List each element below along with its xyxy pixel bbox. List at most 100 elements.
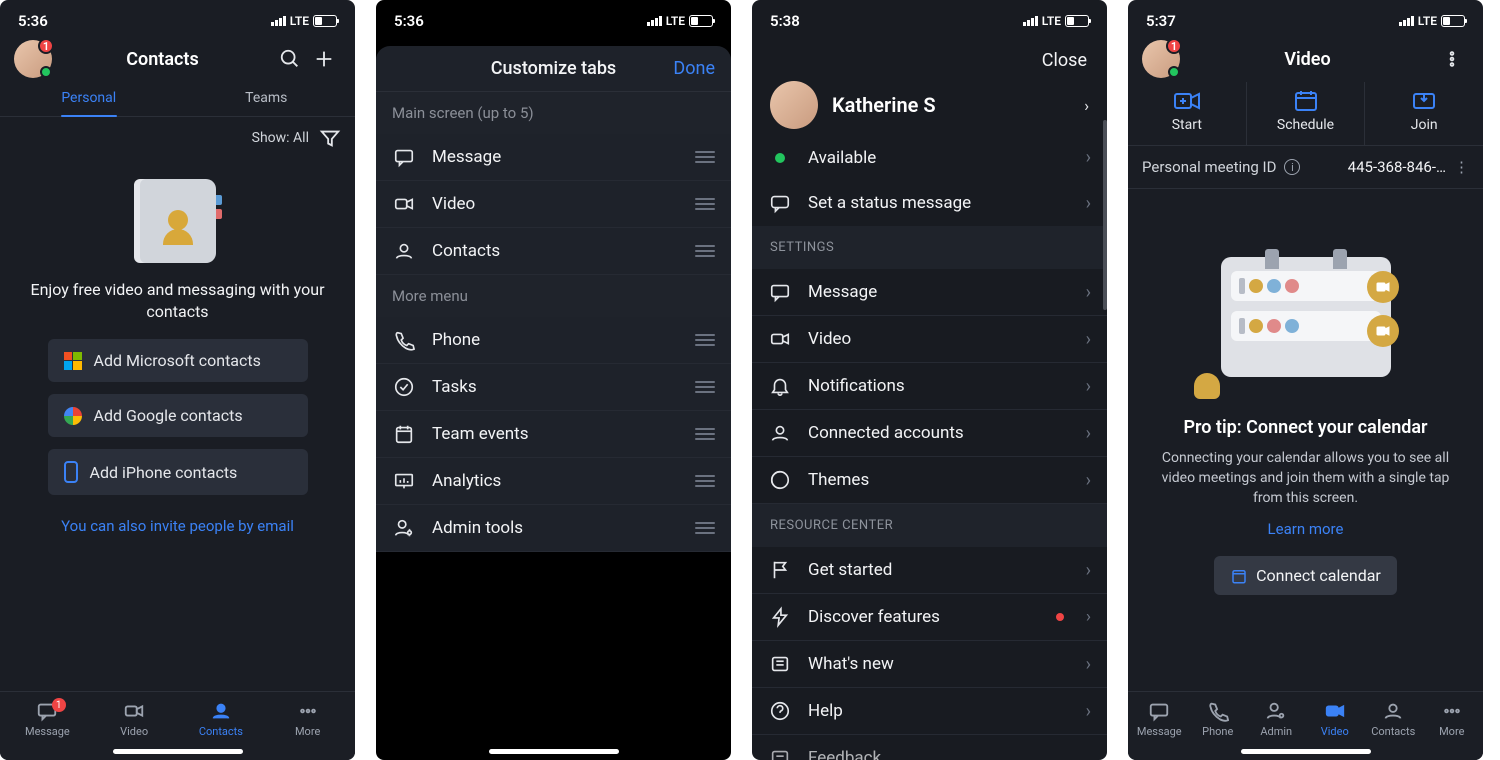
chevron-right-icon: › — [1086, 470, 1091, 491]
add-iphone-button[interactable]: Add iPhone contacts — [48, 449, 308, 495]
drag-handle-icon[interactable] — [695, 245, 715, 257]
profile-row[interactable]: Katherine S › — [752, 71, 1107, 139]
settings-themes[interactable]: Themes› — [752, 457, 1107, 504]
status-time: 5:38 — [770, 12, 800, 30]
join-button[interactable]: Join — [1365, 82, 1483, 145]
drag-handle-icon[interactable] — [695, 381, 715, 393]
rc-get-started[interactable]: Get started› — [752, 547, 1107, 594]
pmi-value: 445-368-846-… — [1308, 158, 1446, 176]
tip-body: Connecting your calendar allows you to s… — [1152, 448, 1459, 508]
done-button[interactable]: Done — [673, 58, 715, 79]
show-label[interactable]: Show: All — [252, 130, 309, 146]
signal-icon — [1399, 16, 1414, 26]
settings-message[interactable]: Message› — [752, 269, 1107, 316]
add-microsoft-label: Add Microsoft contacts — [94, 351, 261, 370]
add-microsoft-button[interactable]: Add Microsoft contacts — [48, 339, 308, 382]
learn-more-link[interactable]: Learn more — [1152, 520, 1459, 538]
rc-help[interactable]: Help› — [752, 688, 1107, 735]
tab-more[interactable]: More — [1423, 700, 1482, 738]
drag-handle-icon[interactable] — [695, 428, 715, 440]
drag-handle-icon[interactable] — [695, 522, 715, 534]
avatar[interactable]: 1 — [14, 40, 52, 78]
chevron-right-icon: › — [1086, 147, 1091, 168]
contacts-icon — [392, 240, 416, 262]
tab-item-admin-tools[interactable]: Admin tools — [376, 505, 731, 552]
invite-by-email-link[interactable]: You can also invite people by email — [61, 517, 294, 535]
tab-message[interactable]: Message — [1130, 700, 1189, 738]
tab-teams[interactable]: Teams — [178, 82, 356, 116]
drag-handle-icon[interactable] — [695, 475, 715, 487]
status-time: 5:36 — [18, 12, 48, 30]
drag-handle-icon[interactable] — [695, 198, 715, 210]
accounts-icon — [768, 422, 792, 444]
sheet-header: Customize tabs Done — [376, 46, 731, 92]
tab-message[interactable]: 1 Message — [4, 700, 91, 738]
schedule-button[interactable]: Schedule — [1247, 82, 1366, 145]
settings-connected-accounts[interactable]: Connected accounts› — [752, 410, 1107, 457]
tab-personal[interactable]: Personal — [0, 82, 178, 116]
chevron-right-icon: › — [1086, 423, 1091, 444]
profile-name: Katherine S — [832, 93, 1070, 117]
rc-feedback[interactable]: Feedback — [752, 735, 1107, 760]
more-section-head: More menu — [376, 275, 731, 317]
tab-item-team-events[interactable]: Team events — [376, 411, 731, 458]
speech-icon — [768, 192, 792, 214]
signal-icon — [1023, 16, 1038, 26]
show-filter-row: Show: All — [0, 117, 355, 159]
tab-contacts[interactable]: Contacts — [178, 700, 265, 738]
settings-video[interactable]: Video› — [752, 316, 1107, 363]
tab-admin[interactable]: Admin — [1247, 700, 1306, 738]
home-indicator — [489, 749, 619, 754]
scrollbar[interactable] — [1103, 120, 1107, 310]
tab-item-contacts[interactable]: Contacts — [376, 228, 731, 275]
status-bar: 5:37 LTE — [1128, 0, 1483, 36]
status-time: 5:37 — [1146, 12, 1176, 30]
tab-phone[interactable]: Phone — [1189, 700, 1248, 738]
tab-item-phone[interactable]: Phone — [376, 317, 731, 364]
feedback-icon — [768, 747, 792, 760]
rc-whats-new[interactable]: What's new› — [752, 641, 1107, 688]
help-icon — [768, 700, 792, 722]
tab-contacts[interactable]: Contacts — [1364, 700, 1423, 738]
google-icon — [64, 407, 82, 425]
personal-meeting-id-row[interactable]: Personal meeting ID i 445-368-846-… ⋮ — [1128, 146, 1483, 189]
overflow-icon[interactable] — [1435, 42, 1469, 76]
chevron-right-icon: › — [1084, 96, 1089, 115]
close-button[interactable]: Close — [752, 36, 1107, 71]
tab-video[interactable]: Video — [91, 700, 178, 738]
set-status-row[interactable]: Set a status message › — [752, 180, 1107, 226]
filter-icon[interactable] — [319, 127, 341, 149]
drag-handle-icon[interactable] — [695, 334, 715, 346]
tab-video[interactable]: Video — [1306, 700, 1365, 738]
new-indicator-dot — [1056, 613, 1064, 621]
screen-profile-panel: 5:38 LTE Close Katherine S › Available ›… — [752, 0, 1107, 760]
battery-icon — [689, 15, 713, 27]
start-button[interactable]: Start — [1128, 82, 1247, 145]
info-icon[interactable]: i — [1284, 159, 1300, 175]
bell-icon — [768, 375, 792, 397]
status-available-row[interactable]: Available › — [752, 139, 1107, 180]
contacts-book-icon — [140, 179, 216, 263]
tab-item-analytics[interactable]: Analytics — [376, 458, 731, 505]
add-icon[interactable] — [307, 42, 341, 76]
rc-discover-features[interactable]: Discover features› — [752, 594, 1107, 641]
status-time: 5:36 — [394, 12, 424, 30]
avatar[interactable]: 1 — [1142, 40, 1180, 78]
empty-heading: Enjoy free video and messaging with your… — [24, 279, 331, 323]
screen-contacts: 5:36 LTE 1 Contacts Personal Teams Show:… — [0, 0, 355, 760]
status-bar: 5:36 LTE — [0, 0, 355, 36]
presence-dot — [40, 66, 52, 78]
settings-notifications[interactable]: Notifications› — [752, 363, 1107, 410]
search-icon[interactable] — [273, 42, 307, 76]
connect-calendar-button[interactable]: Connect calendar — [1214, 556, 1397, 595]
tab-item-message[interactable]: Message — [376, 134, 731, 181]
video-badge-icon — [1367, 271, 1399, 303]
tab-item-tasks[interactable]: Tasks — [376, 364, 731, 411]
more-vert-icon[interactable]: ⋮ — [1454, 158, 1469, 176]
calendar-icon — [392, 423, 416, 445]
tab-more[interactable]: More — [264, 700, 351, 738]
tab-item-video[interactable]: Video — [376, 181, 731, 228]
add-google-button[interactable]: Add Google contacts — [48, 394, 308, 437]
drag-handle-icon[interactable] — [695, 151, 715, 163]
chevron-right-icon: › — [1086, 654, 1091, 675]
